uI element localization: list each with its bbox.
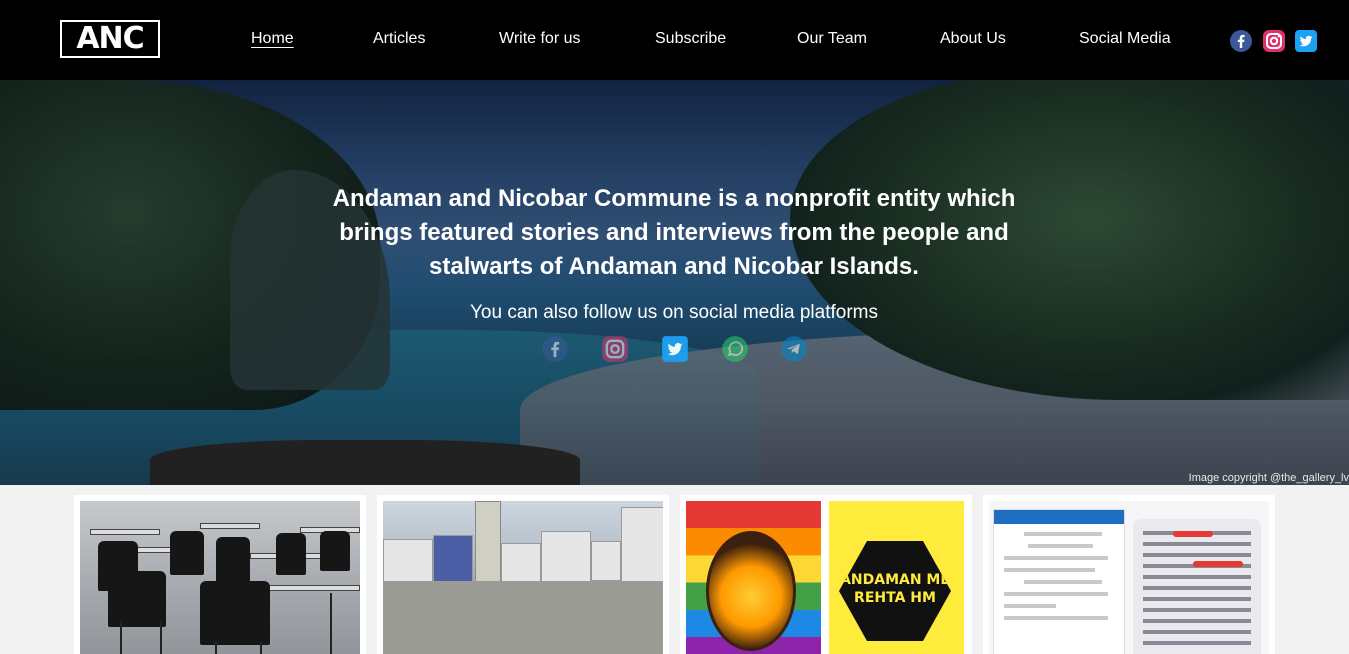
- article-thumbnail-exam-hall[interactable]: [80, 501, 360, 654]
- clock-tower: [475, 501, 501, 591]
- nav-link-social-media[interactable]: Social Media: [1079, 30, 1171, 48]
- bill-details-panel: [993, 509, 1125, 654]
- article-thumbnail-landline-bill[interactable]: [989, 501, 1269, 654]
- article-card[interactable]: [377, 495, 669, 654]
- sms-message-panel: [1133, 519, 1261, 654]
- nav-link-write-for-us[interactable]: Write for us: [499, 30, 581, 48]
- site-logo[interactable]: ANC: [60, 20, 160, 58]
- whatsapp-icon[interactable]: [721, 335, 749, 363]
- sunset-badge: [706, 531, 796, 651]
- hexagon-label: ANDAMAN ME REHTA HM: [839, 541, 951, 641]
- article-thumbnail-andaman-me-rehta-hm[interactable]: ANDAMAN ME REHTA HM: [686, 501, 966, 654]
- article-cards-row: ANDAMAN ME REHTA HM: [0, 485, 1349, 654]
- nav-link-about-us[interactable]: About Us: [940, 30, 1006, 48]
- article-card[interactable]: ANDAMAN ME REHTA HM: [680, 495, 972, 654]
- street-road: [383, 581, 663, 654]
- hero-banner: Andaman and Nicobar Commune is a nonprof…: [0, 80, 1349, 485]
- top-navbar: ANC Home Articles Write for us Subscribe…: [0, 0, 1349, 80]
- twitter-icon[interactable]: [1294, 29, 1318, 53]
- hero-title: Andaman and Nicobar Commune is a nonprof…: [332, 185, 1016, 280]
- instagram-icon[interactable]: [601, 335, 629, 363]
- nav-link-subscribe[interactable]: Subscribe: [655, 30, 726, 48]
- article-card[interactable]: [983, 495, 1275, 654]
- twitter-icon[interactable]: [661, 335, 689, 363]
- hero-subtitle: You can also follow us on social media p…: [469, 302, 879, 323]
- facebook-icon[interactable]: [541, 335, 569, 363]
- article-thumbnail-clock-tower[interactable]: [383, 501, 663, 654]
- telegram-icon[interactable]: [780, 335, 808, 363]
- article-card[interactable]: [74, 495, 366, 654]
- nav-link-home[interactable]: Home: [251, 30, 294, 48]
- nav-link-articles[interactable]: Articles: [373, 30, 425, 48]
- instagram-icon[interactable]: [1262, 29, 1286, 53]
- logo-text: ANC: [62, 22, 158, 56]
- image-copyright: Image copyright @the_gallery_lv: [1188, 472, 1349, 484]
- nav-link-our-team[interactable]: Our Team: [797, 30, 867, 48]
- facebook-icon[interactable]: [1229, 29, 1253, 53]
